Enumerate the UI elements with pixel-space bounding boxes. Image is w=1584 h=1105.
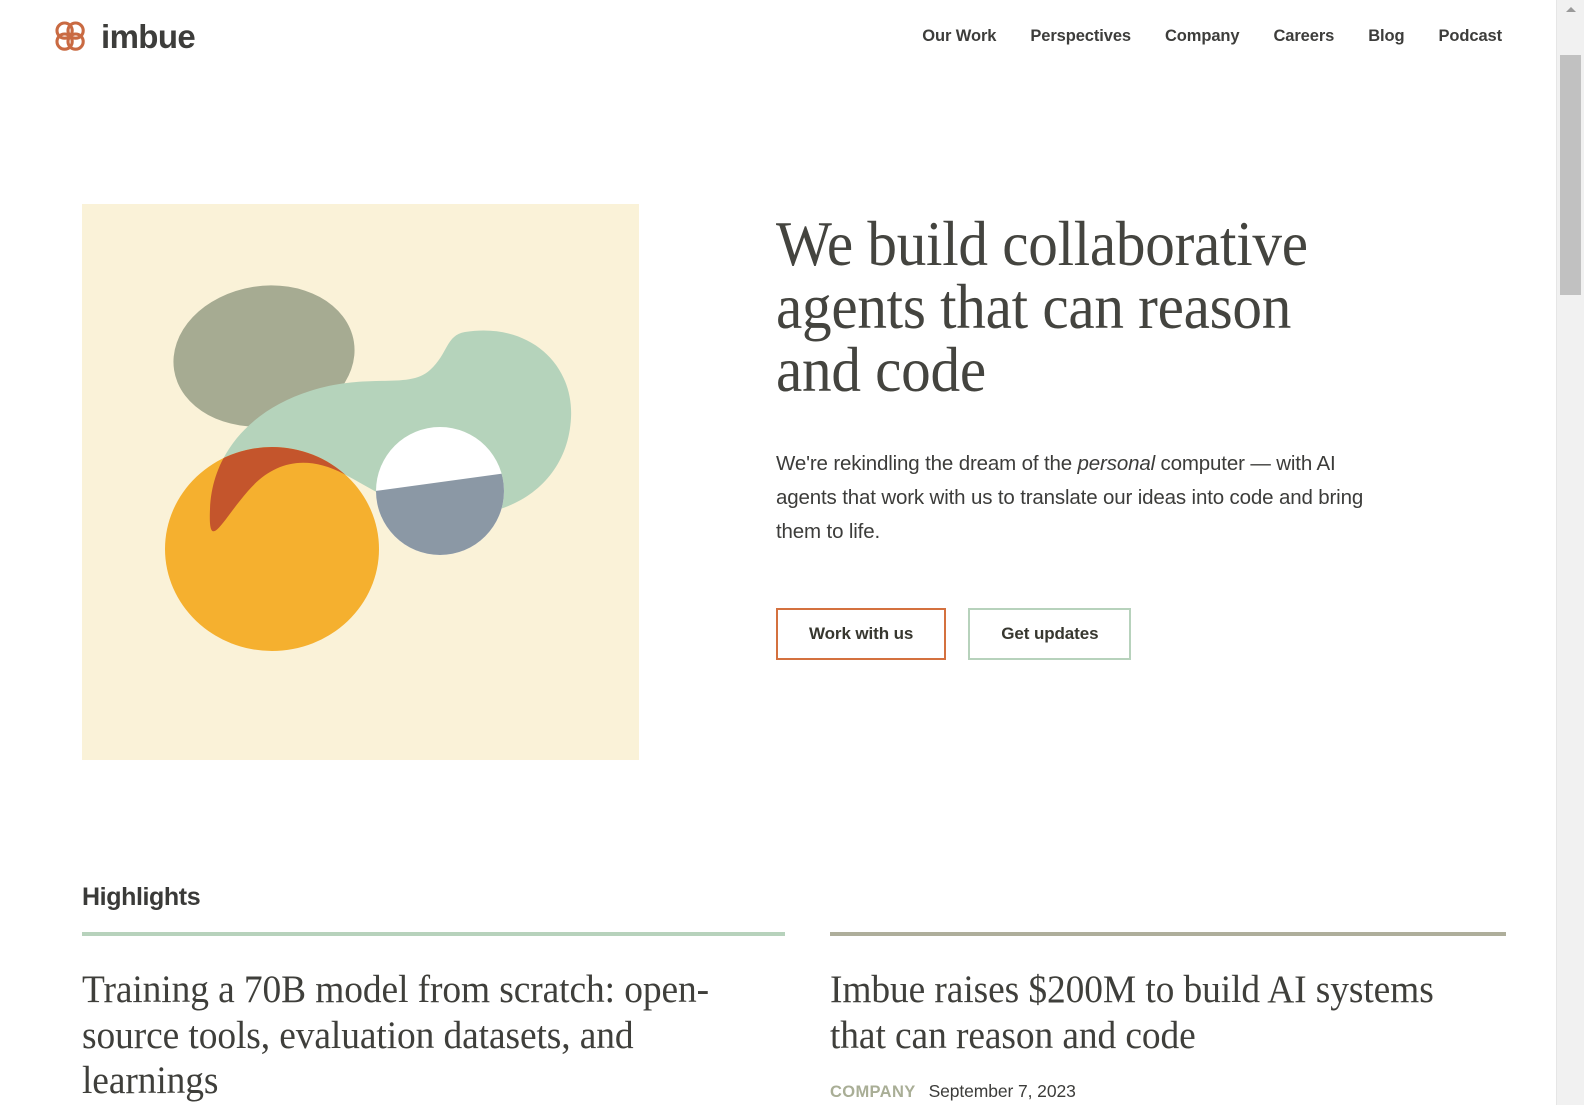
hero-cta-group: Work with us Get updates bbox=[776, 608, 1379, 661]
hero-artwork bbox=[82, 204, 639, 760]
scrollbar-thumb[interactable] bbox=[1560, 55, 1581, 295]
highlight-title[interactable]: Training a 70B model from scratch: open-… bbox=[82, 967, 757, 1104]
nav-item-perspectives[interactable]: Perspectives bbox=[1013, 21, 1148, 52]
main-navigation: Our Work Perspectives Company Careers Bl… bbox=[905, 21, 1502, 52]
brand-wordmark: imbue bbox=[101, 17, 196, 55]
publish-date: September 7, 2023 bbox=[928, 1081, 1076, 1102]
imbue-four-circles-logo-icon bbox=[50, 16, 90, 56]
highlight-title[interactable]: Imbue raises $200M to build AI systems t… bbox=[830, 967, 1479, 1058]
hero-section: We build collaborative agents that can r… bbox=[0, 72, 1556, 760]
chevron-up-icon bbox=[1565, 6, 1576, 12]
hero-subtitle: We're rekindling the dream of the person… bbox=[776, 447, 1379, 549]
highlight-meta: COMPANY September 7, 2023 bbox=[830, 1081, 1506, 1102]
hero-copy: We build collaborative agents that can r… bbox=[639, 204, 1379, 661]
get-updates-button[interactable]: Get updates bbox=[968, 608, 1132, 661]
page-title: We build collaborative agents that can r… bbox=[776, 209, 1308, 405]
category-badge[interactable]: COMPANY bbox=[830, 1083, 916, 1102]
nav-item-careers[interactable]: Careers bbox=[1256, 21, 1351, 52]
card-divider-rule bbox=[830, 932, 1506, 936]
work-with-us-button[interactable]: Work with us bbox=[776, 608, 947, 661]
highlights-section: Highlights Training a 70B model from scr… bbox=[0, 760, 1556, 1105]
brand-logo-link[interactable]: imbue bbox=[50, 16, 196, 56]
page-viewport: imbue Our Work Perspectives Company Care… bbox=[0, 0, 1556, 1105]
hero-subtitle-part-1: We're rekindling the dream of the bbox=[776, 452, 1078, 475]
page-scrollbar[interactable] bbox=[1556, 0, 1584, 1105]
site-header: imbue Our Work Perspectives Company Care… bbox=[0, 0, 1556, 72]
highlight-card-research[interactable]: Training a 70B model from scratch: open-… bbox=[82, 932, 785, 1105]
scroll-up-arrow-icon[interactable] bbox=[1557, 0, 1584, 18]
nav-item-our-work[interactable]: Our Work bbox=[905, 21, 1013, 52]
card-divider-rule bbox=[82, 932, 785, 936]
nav-item-podcast[interactable]: Podcast bbox=[1422, 21, 1503, 52]
highlight-card-company[interactable]: Imbue raises $200M to build AI systems t… bbox=[830, 932, 1506, 1105]
hero-subtitle-emphasis: personal bbox=[1077, 452, 1156, 475]
nav-item-blog[interactable]: Blog bbox=[1351, 21, 1421, 52]
highlights-grid: Training a 70B model from scratch: open-… bbox=[50, 932, 1506, 1105]
highlights-heading: Highlights bbox=[82, 883, 201, 911]
nav-item-company[interactable]: Company bbox=[1148, 21, 1256, 52]
